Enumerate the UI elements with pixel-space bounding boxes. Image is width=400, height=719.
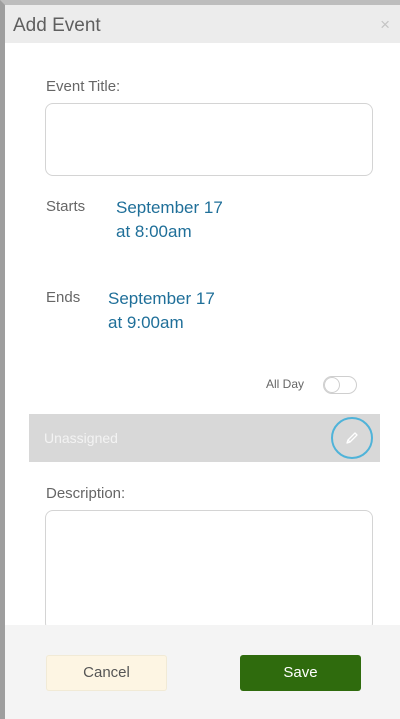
end-time: at 9:00am bbox=[108, 313, 184, 332]
assignee-bar[interactable]: Unassigned bbox=[29, 414, 380, 462]
dialog-header: Add Event × bbox=[5, 5, 400, 43]
event-title-label: Event Title: bbox=[46, 78, 121, 95]
cancel-button[interactable]: Cancel bbox=[46, 655, 167, 691]
start-datetime[interactable]: September 17 at 8:00am bbox=[116, 196, 223, 244]
dialog-title: Add Event bbox=[13, 15, 101, 36]
all-day-label: All Day bbox=[266, 377, 305, 391]
all-day-toggle[interactable] bbox=[323, 376, 357, 394]
event-title-input[interactable] bbox=[45, 103, 373, 176]
starts-label: Starts bbox=[46, 198, 86, 215]
assignee-value: Unassigned bbox=[44, 430, 118, 446]
save-button[interactable]: Save bbox=[240, 655, 361, 691]
toggle-knob bbox=[324, 377, 340, 393]
description-input[interactable] bbox=[45, 510, 373, 631]
edit-assignee-button[interactable] bbox=[331, 417, 373, 459]
end-datetime[interactable]: September 17 at 9:00am bbox=[108, 287, 215, 335]
start-date: September 17 bbox=[116, 198, 223, 217]
close-icon[interactable]: × bbox=[380, 16, 390, 33]
ends-label: Ends bbox=[46, 289, 81, 306]
description-label: Description: bbox=[46, 485, 126, 502]
pencil-icon bbox=[346, 432, 358, 444]
end-date: September 17 bbox=[108, 289, 215, 308]
start-time: at 8:00am bbox=[116, 222, 192, 241]
